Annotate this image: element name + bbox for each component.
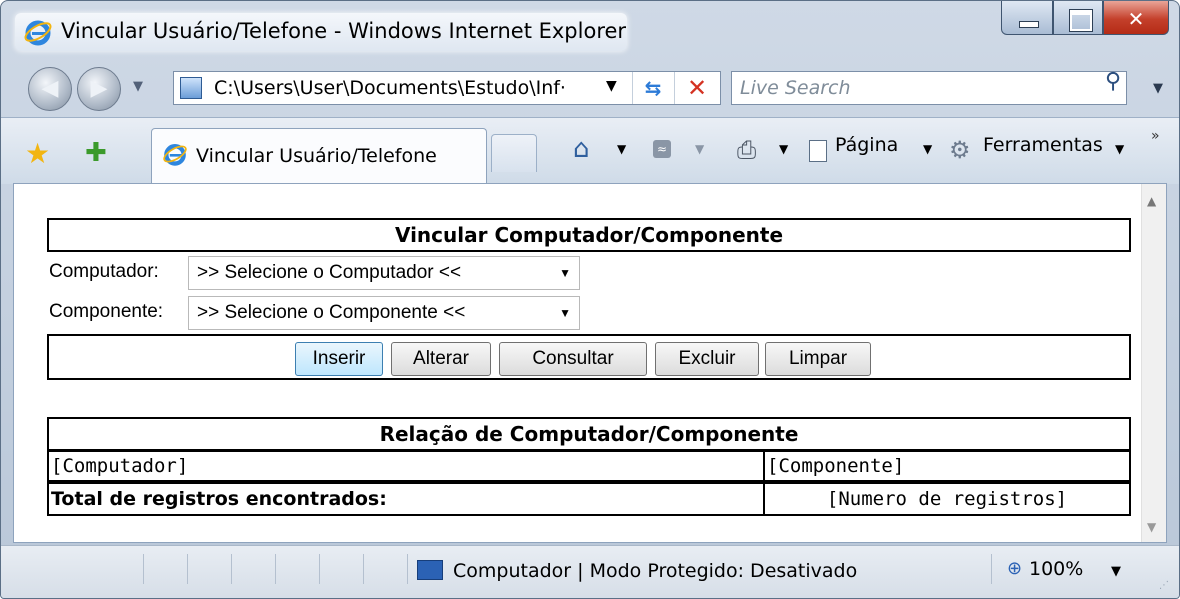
home-dropdown-icon[interactable]: ▼ [617,142,626,156]
status-divider [363,554,364,584]
title-bar[interactable]: Vincular Usuário/Telefone - Windows Inte… [1,1,1179,57]
feeds-dropdown-icon[interactable]: ▼ [695,142,704,156]
address-input[interactable]: C:\Users\User\Documents\Estudo\Inf‧ [214,77,614,99]
refresh-icon[interactable]: ⇆ [632,72,673,104]
computer-zone-icon [417,560,443,580]
total-value: [Numero de registros] [763,482,1131,516]
status-bar: Computador | Modo Protegido: Desativado … [1,545,1179,598]
navigation-bar: ◀ ▶ ▼ C:\Users\User\Documents\Estudo\Inf… [1,57,1179,117]
vertical-scrollbar[interactable]: ▲ ▼ [1141,184,1166,542]
resize-grip-icon[interactable]: ⋰ [1159,580,1169,591]
close-icon: ✕ [1127,7,1145,31]
forward-button[interactable]: ▶ [77,67,121,111]
total-label: Total de registros encontrados: [47,482,765,516]
gear-icon: ⚙ [949,136,971,164]
maximize-button[interactable] [1053,1,1103,35]
browser-window: Vincular Usuário/Telefone - Windows Inte… [0,0,1180,599]
tools-dropdown-icon[interactable]: ▼ [1115,142,1124,156]
page-icon [180,77,202,99]
security-zone-text[interactable]: Computador | Modo Protegido: Desativado [453,560,857,582]
print-icon[interactable]: ⎙ [737,136,756,164]
tab-command-bar: ★ ✚ Vincular Usuário/Telefone ⌂ ▼ ≈ ▼ ⎙ … [1,117,1179,184]
computador-select-value: >> Selecione o Computador << [197,262,462,283]
scroll-up-icon[interactable]: ▲ [1147,194,1156,208]
inserir-button[interactable]: Inserir [295,342,383,376]
search-icon[interactable]: ⚲ [1105,69,1121,94]
consultar-button[interactable]: Consultar [499,342,647,376]
ie-logo-icon [24,20,52,46]
stop-icon[interactable]: ✕ [674,72,719,104]
page-menu[interactable]: Página [835,134,898,156]
forward-arrow-icon: ▶ [90,76,108,101]
status-divider [275,554,276,584]
feeds-icon[interactable]: ≈ [653,140,671,158]
status-divider [231,554,232,584]
status-divider [407,554,408,584]
chevron-down-icon: ▼ [559,306,571,320]
tools-menu[interactable]: Ferramentas [983,134,1103,156]
back-arrow-icon: ◀ [41,76,59,101]
componente-select[interactable]: >> Selecione o Componente << ▼ [188,296,580,330]
limpar-button[interactable]: Limpar [765,342,871,376]
form-button-bar: Inserir Alterar Consultar Excluir Limpar [47,334,1131,380]
close-button[interactable]: ✕ [1103,1,1169,35]
page-dropdown-icon[interactable]: ▼ [923,142,932,156]
ie-tab-icon [163,144,187,166]
alterar-button[interactable]: Alterar [391,342,491,376]
print-dropdown-icon[interactable]: ▼ [779,142,788,156]
tab-active[interactable]: Vincular Usuário/Telefone [151,128,487,184]
computador-label: Computador: [49,261,159,282]
search-options-dropdown-icon[interactable]: ▼ [1153,81,1163,96]
home-icon[interactable]: ⌂ [573,134,590,164]
col-componente: [Componente] [763,450,1131,482]
status-divider [187,554,188,584]
excluir-button[interactable]: Excluir [655,342,759,376]
new-tab-button[interactable] [491,134,537,172]
componente-select-value: >> Selecione o Componente << [197,302,466,323]
minimize-icon [1019,21,1039,28]
computador-select[interactable]: >> Selecione o Computador << ▼ [188,256,580,290]
search-input[interactable]: Live Search [740,77,851,99]
window-title: Vincular Usuário/Telefone - Windows Inte… [61,19,627,43]
search-box[interactable]: Live Search [731,71,1127,105]
col-computador: [Computador] [47,450,765,482]
maximize-icon [1070,10,1092,31]
zoom-level[interactable]: 100% [1029,558,1083,580]
back-button[interactable]: ◀ [28,67,72,111]
zoom-dropdown-icon[interactable]: ▼ [1111,564,1121,579]
page-content: Vincular Computador/Componente Computado… [13,183,1167,543]
status-divider [991,554,992,584]
minimize-button[interactable] [1001,1,1053,35]
scroll-down-icon[interactable]: ▼ [1147,520,1156,534]
tab-label: Vincular Usuário/Telefone [196,145,437,167]
page-menu-icon [809,140,827,162]
address-dropdown-icon[interactable]: ▼ [606,78,617,94]
window-controls: ✕ [1001,1,1169,37]
add-favorites-icon[interactable]: ✚ [85,138,107,168]
more-commands-chevron-icon[interactable]: » [1151,128,1160,144]
favorites-star-icon[interactable]: ★ [25,137,50,170]
status-divider [319,554,320,584]
chevron-down-icon: ▼ [559,266,571,280]
address-bar[interactable]: C:\Users\User\Documents\Estudo\Inf‧ ▼ ⇆ … [173,71,721,105]
status-divider [143,554,144,584]
componente-label: Componente: [49,301,164,322]
form-title: Vincular Computador/Componente [47,218,1131,252]
recent-pages-dropdown-icon[interactable]: ▼ [133,79,143,94]
report-title: Relação de Computador/Componente [47,417,1131,451]
zoom-icon: ⊕ [1007,558,1023,579]
